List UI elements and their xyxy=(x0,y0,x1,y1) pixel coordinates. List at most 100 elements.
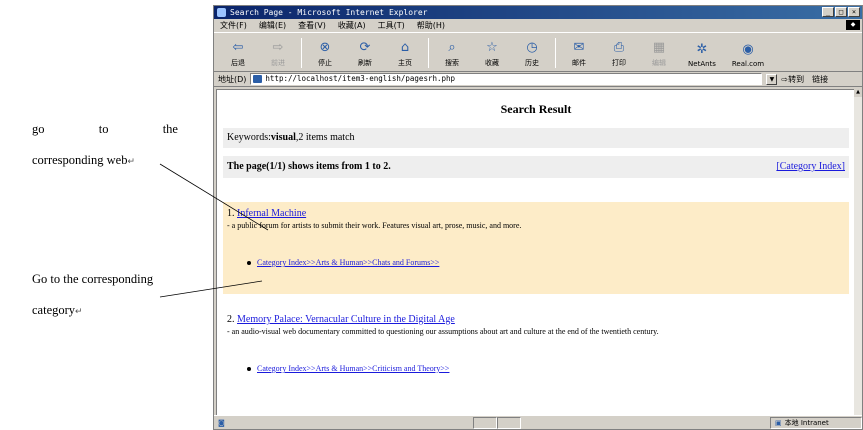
pagination-bar: The page(1/1) shows items from 1 to 2. [… xyxy=(223,156,849,178)
address-bar: 地址(D) http://localhost/item3-english/pag… xyxy=(214,72,862,87)
toolbar-label: 后退 xyxy=(231,59,245,67)
toolbar-label: 停止 xyxy=(318,59,332,67)
annotation-text: corresponding web xyxy=(32,153,128,167)
toolbar-label: 搜索 xyxy=(445,59,459,67)
toolbar-button-forward-arrow[interactable]: ⇨ 前进 xyxy=(258,40,298,68)
address-dropdown-icon[interactable]: ▼ xyxy=(766,73,778,85)
real-icon: ◉ xyxy=(742,42,754,57)
annotation-category: category↵ xyxy=(32,303,83,318)
page-icon xyxy=(253,75,263,83)
menu-favorites[interactable]: 收藏(A) xyxy=(338,19,366,32)
toolbar-button-refresh[interactable]: ⟳ 刷新 xyxy=(345,40,385,68)
keywords-label: Keywords: xyxy=(227,132,271,143)
windows-logo-icon: ◆ xyxy=(846,20,860,30)
toolbar-button-search[interactable]: ⌕ 搜索 xyxy=(432,40,472,68)
result-description: - an audio-visual web documentary commit… xyxy=(227,327,659,336)
links-button[interactable]: 链接 xyxy=(812,74,828,85)
title-bar: Search Page - Microsoft Internet Explore… xyxy=(214,6,862,19)
address-input[interactable]: http://localhost/item3-english/pagesrh.p… xyxy=(250,73,763,85)
mail-icon: ✉ xyxy=(573,40,585,55)
menu-tools[interactable]: 工具(T) xyxy=(378,19,405,32)
category-index-link[interactable]: [Category Index] xyxy=(776,156,845,178)
menu-bar: 文件(F) 编辑(E) 查看(V) 收藏(A) 工具(T) 帮助(H) ◆ xyxy=(214,19,862,32)
toolbar-label: 编辑 xyxy=(652,59,666,67)
bullet-icon xyxy=(247,260,251,265)
toolbar-label: 打印 xyxy=(612,59,626,67)
toolbar-button-mail[interactable]: ✉ 邮件 xyxy=(559,40,599,68)
toolbar-label: 主页 xyxy=(398,59,412,67)
return-mark: ↵ xyxy=(127,156,136,166)
window-title: Search Page - Microsoft Internet Explore… xyxy=(230,8,428,17)
toolbar-separator xyxy=(301,38,302,68)
toolbar-label: 前进 xyxy=(271,59,285,67)
toolbar-label: 历史 xyxy=(525,59,539,67)
page-status-icon: ◙ xyxy=(218,418,225,427)
zone-label: 本地 Intranet xyxy=(784,418,829,427)
result-item: 1. Infernal Machine - a public forum for… xyxy=(223,202,849,294)
result-category-link[interactable]: Category Index>>Arts & Human>>Criticism … xyxy=(257,364,449,373)
bullet-icon xyxy=(247,366,251,371)
scroll-up-icon[interactable]: ▲ xyxy=(854,89,862,97)
result-item: 2. Memory Palace: Vernacular Culture in … xyxy=(223,308,849,398)
vertical-scrollbar[interactable]: ▲ xyxy=(854,89,862,417)
annotation-corresponding-web: corresponding web↵ xyxy=(32,153,135,168)
toolbar-label: 邮件 xyxy=(572,59,586,67)
keywords-bar: Keywords:visual,2 items match xyxy=(223,128,849,148)
result-category: Category Index>>Arts & Human>>Criticism … xyxy=(227,364,845,373)
minimize-button[interactable]: _ xyxy=(822,7,834,17)
toolbar-separator xyxy=(428,38,429,68)
address-url: http://localhost/item3-english/pagesrh.p… xyxy=(265,74,456,83)
home-icon: ⌂ xyxy=(400,40,410,55)
intranet-icon: ▣ xyxy=(774,418,782,427)
annotation-word: the xyxy=(162,122,178,136)
annotation-word: go xyxy=(32,122,45,136)
annotation-go-to-category: Go to the corresponding xyxy=(32,272,153,287)
menu-help[interactable]: 帮助(H) xyxy=(417,19,445,32)
history-icon: ◷ xyxy=(526,40,538,55)
annotation-text: category xyxy=(32,303,76,317)
window-controls: _ □ × xyxy=(822,7,860,17)
result-category: Category Index>>Arts & Human>>Chats and … xyxy=(227,258,845,267)
menu-view[interactable]: 查看(V) xyxy=(298,19,326,32)
menu-edit[interactable]: 编辑(E) xyxy=(259,19,286,32)
go-label: 转到 xyxy=(788,74,805,84)
toolbar-separator xyxy=(555,38,556,68)
toolbar-label: Real.com xyxy=(731,60,765,68)
ie-icon xyxy=(217,8,226,17)
page-content: Search Result Keywords:visual,2 items ma… xyxy=(216,89,856,417)
print-icon: ⎙ xyxy=(613,40,625,55)
toolbar-button-favorites[interactable]: ☆ 收藏 xyxy=(472,40,512,68)
keyword-value: visual xyxy=(270,132,296,143)
status-cell xyxy=(473,416,498,429)
security-zone: ▣ 本地 Intranet xyxy=(769,416,862,429)
go-button[interactable]: ⇨转到 xyxy=(781,74,804,85)
result-category-link[interactable]: Category Index>>Arts & Human>>Chats and … xyxy=(257,258,439,267)
forward-arrow-icon: ⇨ xyxy=(272,40,284,55)
toolbar-label: 刷新 xyxy=(358,59,372,67)
status-cell xyxy=(497,416,522,429)
toolbar-button-real[interactable]: ◉ Real.com xyxy=(725,42,771,68)
stop-icon: ⊗ xyxy=(319,40,331,55)
edit-icon: ▦ xyxy=(652,40,666,55)
address-label: 地址(D) xyxy=(218,74,247,84)
annotation-go-to-the: go to the xyxy=(32,122,178,137)
toolbar-button-history[interactable]: ◷ 历史 xyxy=(512,40,552,68)
close-button[interactable]: × xyxy=(848,7,860,17)
toolbar-button-back-arrow[interactable]: ⇦ 后退 xyxy=(218,40,258,68)
toolbar-button-netants[interactable]: ✲ NetAnts xyxy=(679,42,725,68)
result-title-link[interactable]: Memory Palace: Vernacular Culture in the… xyxy=(237,314,455,325)
search-icon: ⌕ xyxy=(448,40,456,55)
menu-file[interactable]: 文件(F) xyxy=(220,19,247,32)
status-bar: ◙ ▣ 本地 Intranet xyxy=(214,415,862,429)
toolbar-button-home[interactable]: ⌂ 主页 xyxy=(385,40,425,68)
page-title: Search Result xyxy=(500,102,572,116)
annotation-text: Go to the corresponding xyxy=(32,272,154,286)
toolbar-button-stop[interactable]: ⊗ 停止 xyxy=(305,40,345,68)
maximize-button[interactable]: □ xyxy=(835,7,847,17)
result-description: - a public forum for artists to submit t… xyxy=(227,221,522,230)
back-arrow-icon: ⇦ xyxy=(232,40,244,55)
toolbar-button-print[interactable]: ⎙ 打印 xyxy=(599,40,639,68)
toolbar-button-edit[interactable]: ▦ 编辑 xyxy=(639,40,679,68)
result-title-link[interactable]: Infernal Machine xyxy=(237,208,306,219)
browser-window: Search Page - Microsoft Internet Explore… xyxy=(213,5,863,430)
